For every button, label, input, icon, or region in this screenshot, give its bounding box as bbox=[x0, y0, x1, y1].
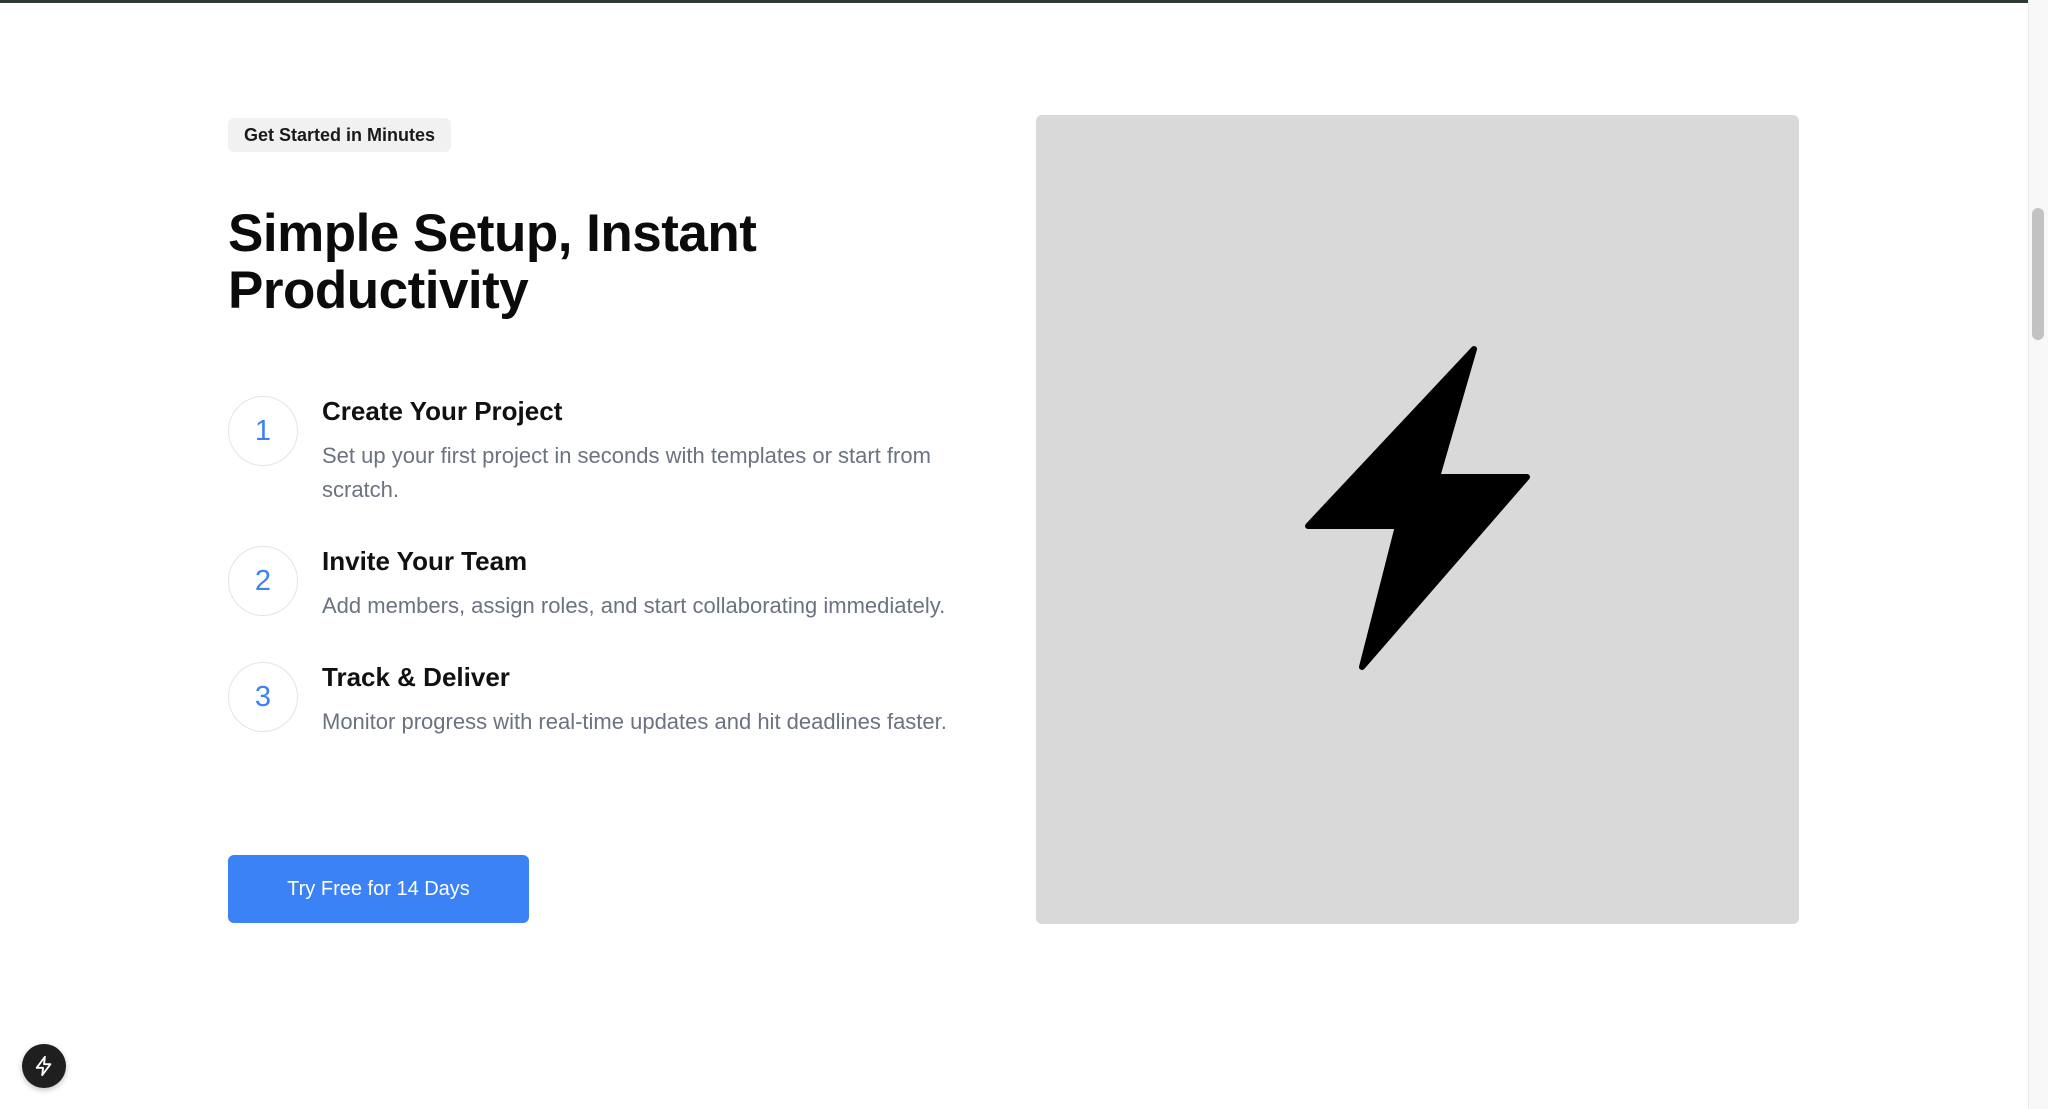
lightning-bolt-icon bbox=[1304, 345, 1530, 670]
quick-action-button[interactable] bbox=[22, 1044, 66, 1088]
scrollbar-thumb[interactable] bbox=[2032, 208, 2044, 340]
section-badge: Get Started in Minutes bbox=[228, 118, 452, 152]
feature-image bbox=[1036, 115, 1799, 924]
step-item: 2 Invite Your Team Add members, assign r… bbox=[228, 546, 1008, 623]
step-number-badge: 3 bbox=[228, 662, 298, 732]
setup-section: Get Started in Minutes Simple Setup, Ins… bbox=[228, 118, 1008, 739]
step-title: Invite Your Team bbox=[322, 546, 528, 576]
top-border bbox=[0, 0, 2048, 3]
step-description: Set up your first project in seconds wit… bbox=[322, 443, 931, 502]
lightning-bolt-icon bbox=[35, 1055, 52, 1077]
step-description: Add members, assign roles, and start col… bbox=[322, 593, 946, 618]
step-number-badge: 2 bbox=[228, 546, 298, 616]
step-number-badge: 1 bbox=[228, 396, 298, 466]
try-free-button[interactable]: Try Free for 14 Days bbox=[228, 855, 529, 923]
step-item: 1 Create Your Project Set up your first … bbox=[228, 396, 1008, 507]
step-title: Track & Deliver bbox=[322, 662, 510, 692]
steps-list: 1 Create Your Project Set up your first … bbox=[228, 396, 1008, 739]
page-title: Simple Setup, Instant Productivity bbox=[228, 204, 757, 320]
step-item: 3 Track & Deliver Monitor progress with … bbox=[228, 662, 1008, 739]
scrollbar-track[interactable] bbox=[2028, 0, 2048, 1109]
step-title: Create Your Project bbox=[322, 396, 563, 426]
step-description: Monitor progress with real-time updates … bbox=[322, 709, 947, 734]
